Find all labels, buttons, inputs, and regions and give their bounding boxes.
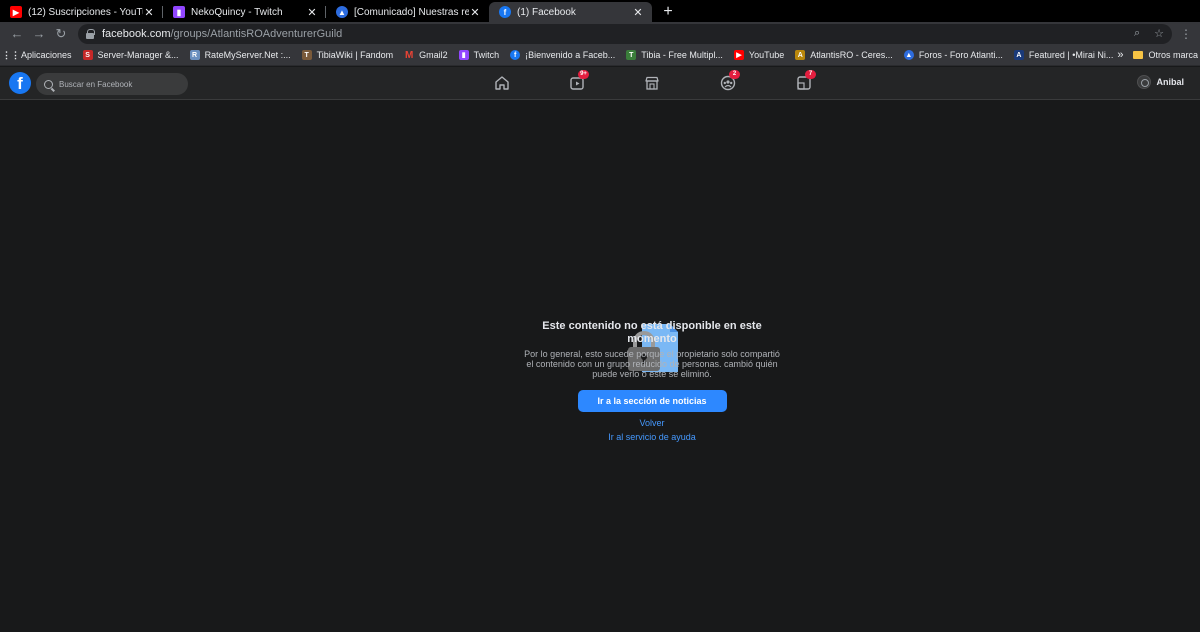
reload-icon[interactable]: ↻ xyxy=(50,24,72,44)
search-icon xyxy=(44,79,53,89)
message-body: Por lo general, esto sucede porque el pr… xyxy=(524,349,780,379)
search-input[interactable] xyxy=(59,79,179,89)
profile-name: Anibal xyxy=(1156,77,1184,87)
groups-nav[interactable]: 2 xyxy=(719,70,740,92)
forward-arrow-icon[interactable]: → xyxy=(28,24,50,44)
facebook-logo[interactable]: f xyxy=(9,72,31,94)
bookmark-star-icon[interactable]: ☆ xyxy=(1154,27,1164,40)
tab-atlantisro[interactable]: ▲ [Comunicado] Nuestras redes So ✕ xyxy=(326,2,489,22)
tab-title: NekoQuincy - Twitch xyxy=(191,6,283,18)
youtube-icon: ▶ xyxy=(733,50,744,60)
bookmark-tibia[interactable]: T Tibia - Free Multipl... xyxy=(626,50,723,60)
atlantisro-icon: ▲ xyxy=(336,6,348,18)
bookmark-tibiawiki[interactable]: T TibiaWiki | Fandom xyxy=(301,50,394,60)
tab-title: [Comunicado] Nuestras redes So xyxy=(354,6,469,18)
bookmark-label: Aplicaciones xyxy=(21,50,72,60)
avatar xyxy=(1137,75,1152,89)
folder-icon xyxy=(1133,51,1144,59)
watch-nav[interactable]: 9+ xyxy=(568,70,589,92)
notification-badge: 9+ xyxy=(578,70,589,79)
bookmark-label: ¡Bienvenido a Faceb... xyxy=(525,50,616,60)
bookmark-label: Featured | •Mirai Ni... xyxy=(1028,50,1114,60)
help-center-link[interactable]: Ir al servicio de ayuda xyxy=(500,432,804,442)
twitch-icon: ▮ xyxy=(173,6,185,18)
youtube-icon: ▶ xyxy=(10,6,22,18)
server-manager-icon: S xyxy=(82,50,93,60)
bookmark-label: Gmail2 xyxy=(419,50,448,60)
browser-toolbar: ← → ↻ facebook.com/groups/AtlantisROAdve… xyxy=(0,22,1200,45)
facebook-icon: f xyxy=(510,50,521,60)
browser-menu-icon[interactable]: ⋮ xyxy=(1178,27,1194,41)
bookmark-label: Server-Manager &... xyxy=(97,50,179,60)
zoom-icon[interactable]: ⌕ xyxy=(1134,27,1140,40)
bookmark-atlantisro-ceres[interactable]: A AtlantisRO - Ceres... xyxy=(795,50,893,60)
tab-twitch[interactable]: ▮ NekoQuincy - Twitch ✕ xyxy=(163,2,326,22)
bookmark-ratemyserver[interactable]: R RateMyServer.Net :... xyxy=(189,50,291,60)
go-to-news-feed-button[interactable]: Ir a la sección de noticias xyxy=(577,390,727,412)
tab-facebook[interactable]: f (1) Facebook ✕ xyxy=(489,2,652,22)
gmail-icon: M xyxy=(404,49,414,61)
browser-tab-strip: ▶ (12) Suscripciones - YouTube ✕ ▮ NekoQ… xyxy=(0,0,1200,22)
close-icon[interactable]: ✕ xyxy=(143,6,155,19)
url-path: /groups/AtlantisROAdventurerGuild xyxy=(170,27,343,40)
marketplace-icon[interactable] xyxy=(643,74,661,92)
bookmark-label: AtlantisRO - Ceres... xyxy=(810,50,893,60)
facebook-header: f 9+ 2 7 Anibal xyxy=(0,67,1200,100)
notification-badge: 2 xyxy=(729,70,740,79)
profile-shortcut[interactable]: Anibal xyxy=(1137,75,1184,89)
facebook-search[interactable] xyxy=(36,73,188,95)
close-icon[interactable]: ✕ xyxy=(469,6,481,19)
bookmark-server-manager[interactable]: S Server-Manager &... xyxy=(82,50,179,60)
url-host: facebook.com xyxy=(102,27,171,40)
bookmark-facebook[interactable]: f ¡Bienvenido a Faceb... xyxy=(510,50,615,60)
bookmark-youtube[interactable]: ▶ YouTube xyxy=(733,50,785,60)
bookmark-foros[interactable]: ▲ Foros - Foro Atlanti... xyxy=(903,50,1003,60)
lock-icon xyxy=(86,28,95,39)
close-icon[interactable]: ✕ xyxy=(632,6,644,19)
new-tab-button[interactable]: + xyxy=(656,2,680,22)
notification-badge: 7 xyxy=(805,70,816,79)
facebook-icon: f xyxy=(499,6,511,18)
apps-grid-icon: ⋮⋮ xyxy=(2,49,20,60)
bookmark-gmail[interactable]: M Gmail2 xyxy=(404,49,448,61)
bookmark-label: Foros - Foro Atlanti... xyxy=(918,50,1003,60)
bookmark-featured[interactable]: A Featured | •Mirai Ni... xyxy=(1013,50,1114,60)
main-content: Este contenido no está disponible en est… xyxy=(0,100,1200,632)
tibiawiki-icon: T xyxy=(301,50,312,60)
bookmark-label: Twitch xyxy=(473,50,500,60)
unavailable-message: Este contenido no está disponible en est… xyxy=(500,320,804,442)
atlantisro-icon: A xyxy=(795,50,806,60)
tab-title: (1) Facebook xyxy=(517,6,576,18)
bookmark-apps[interactable]: ⋮⋮ Aplicaciones xyxy=(2,49,72,61)
home-icon[interactable] xyxy=(493,74,511,92)
chevron-right-icon[interactable]: » xyxy=(1117,49,1123,61)
bookmark-label: TibiaWiki | Fandom xyxy=(316,50,394,60)
address-bar[interactable]: facebook.com/groups/AtlantisROAdventurer… xyxy=(78,23,1172,44)
other-bookmarks-folder[interactable]: Otros marca xyxy=(1133,50,1198,60)
bookmark-twitch[interactable]: ▮ Twitch xyxy=(458,50,500,60)
tab-title: (12) Suscripciones - YouTube xyxy=(28,6,143,18)
back-arrow-icon[interactable]: ← xyxy=(6,24,28,44)
bookmarks-bar: ⋮⋮ Aplicaciones S Server-Manager &... R … xyxy=(0,45,1200,66)
bookmark-label: Otros marca xyxy=(1148,50,1198,60)
bookmark-label: RateMyServer.Net :... xyxy=(204,50,291,60)
amino-icon: A xyxy=(1013,50,1024,60)
tibia-icon: T xyxy=(626,50,637,60)
twitch-icon: ▮ xyxy=(458,50,469,60)
omnibox-actions: ⌕ ☆ xyxy=(1134,27,1164,40)
tab-youtube[interactable]: ▶ (12) Suscripciones - YouTube ✕ xyxy=(0,2,163,22)
bookmark-label: YouTube xyxy=(748,50,785,60)
gaming-nav[interactable]: 7 xyxy=(795,70,816,92)
close-icon[interactable]: ✕ xyxy=(306,6,318,19)
message-title: Este contenido no está disponible en est… xyxy=(542,320,762,345)
bookmarks-overflow: » Otros marca xyxy=(1117,45,1200,65)
ratemyserver-icon: R xyxy=(189,50,200,60)
bookmark-label: Tibia - Free Multipl... xyxy=(641,50,723,60)
atlantisro-icon: ▲ xyxy=(903,50,914,60)
back-link[interactable]: Volver xyxy=(500,418,804,428)
